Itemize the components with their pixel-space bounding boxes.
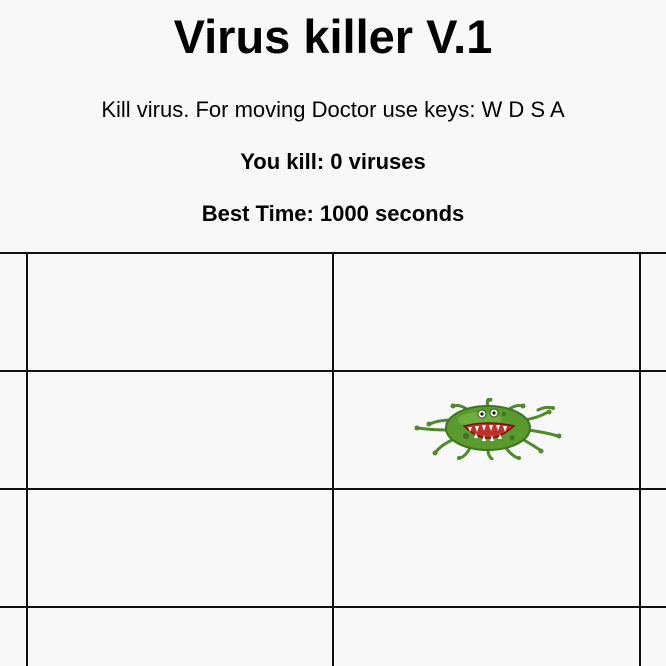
game-title: Virus killer V.1: [173, 10, 493, 63]
kill-counter: You kill: 0 viruses: [240, 149, 426, 174]
board-cell[interactable]: [28, 490, 332, 606]
board-cell[interactable]: [28, 608, 332, 666]
best-time: Best Time: 1000 seconds: [201, 201, 465, 226]
instructions-text: Kill virus. For moving Doctor use keys: …: [101, 97, 565, 122]
board-cell[interactable]: [641, 608, 666, 666]
board-cell[interactable]: [0, 608, 26, 666]
board-cell[interactable]: [0, 490, 26, 606]
board-cell[interactable]: [641, 254, 666, 370]
board-cell[interactable]: [334, 254, 639, 370]
board-cell[interactable]: [28, 372, 332, 488]
board-cell[interactable]: [334, 490, 639, 606]
board-cell[interactable]: [28, 254, 332, 370]
board-cell[interactable]: [641, 490, 666, 606]
board-cell[interactable]: [334, 608, 639, 666]
board-cell[interactable]: [0, 254, 26, 370]
board-cell[interactable]: [641, 372, 666, 488]
board-cell[interactable]: [0, 372, 26, 488]
virus-icon[interactable]: [408, 398, 568, 460]
